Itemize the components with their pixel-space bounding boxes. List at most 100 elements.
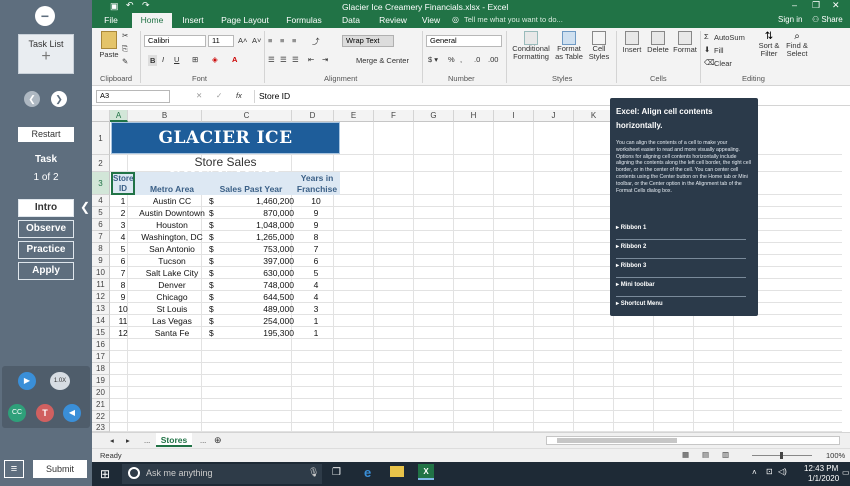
increase-indent-icon[interactable]: ⇥	[322, 55, 328, 64]
format-as-table-button[interactable]: Format as Table	[554, 31, 584, 69]
clear-label[interactable]: Clear	[714, 59, 732, 68]
tooltip-item-mini-toolbar[interactable]: ▸ Mini toolbar	[616, 281, 750, 288]
task-view-icon[interactable]: ❐	[332, 467, 341, 478]
row-header[interactable]: 6	[92, 219, 110, 231]
align-left-icon[interactable]: ☰	[268, 55, 275, 64]
autosum-icon[interactable]: Σ	[704, 32, 709, 41]
save-icon[interactable]: ▣	[110, 1, 119, 12]
cell-metro-area[interactable]: Las Vegas	[136, 316, 208, 326]
cell-store-id[interactable]: 11	[111, 316, 135, 326]
cut-icon[interactable]: ✂	[122, 31, 128, 40]
cell-sales[interactable]: 630,000	[220, 268, 294, 278]
column-header[interactable]: H	[454, 110, 494, 122]
cell-metro-area[interactable]: Chicago	[136, 292, 208, 302]
row-header[interactable]: 12	[92, 291, 110, 303]
grow-font-icon[interactable]: A˄	[238, 36, 247, 45]
header-metro[interactable]: Metro Area	[138, 184, 206, 194]
delete-cells-button[interactable]: Delete	[646, 31, 670, 69]
cell-years[interactable]: 1	[296, 328, 336, 338]
column-header[interactable]: C	[202, 110, 292, 122]
cell-metro-area[interactable]: Washington, DC	[136, 232, 208, 242]
row-header[interactable]: 15	[92, 327, 110, 339]
fill-label[interactable]: Fill	[714, 46, 724, 55]
row-header[interactable]: 23	[92, 423, 110, 432]
top-align-icon[interactable]: ≡	[268, 36, 272, 45]
cell-years[interactable]: 5	[296, 268, 336, 278]
cell-store-id[interactable]: 9	[111, 292, 135, 302]
speed-button[interactable]: 1.0X	[50, 372, 70, 390]
title-banner[interactable]: GLACIER ICE CREAMERY	[111, 122, 340, 178]
confirm-entry-icon[interactable]: ✓	[216, 91, 222, 100]
font-name-select[interactable]: Calibri	[144, 35, 206, 47]
tooltip-item-shortcut-menu[interactable]: ▸ Shortcut Menu	[616, 300, 750, 307]
cell-currency-symbol[interactable]: $	[209, 292, 219, 302]
row-header[interactable]: 5	[92, 207, 110, 219]
edge-browser-icon[interactable]: e	[364, 465, 371, 480]
row-header[interactable]: 19	[92, 375, 110, 387]
step-apply[interactable]: Apply	[18, 262, 74, 280]
cell-sales[interactable]: 870,000	[220, 208, 294, 218]
column-header[interactable]: I	[494, 110, 534, 122]
tab-view[interactable]: View	[418, 13, 444, 28]
volume-button[interactable]: ◀	[63, 404, 81, 422]
prev-sheet-icon[interactable]: ◂	[110, 436, 114, 445]
column-header[interactable]: J	[534, 110, 574, 122]
column-header[interactable]: K	[574, 110, 614, 122]
copy-icon[interactable]: ⎘	[122, 44, 128, 54]
percent-icon[interactable]: %	[448, 55, 455, 64]
cell-metro-area[interactable]: Salt Lake City	[136, 268, 208, 278]
task-list-button[interactable]: Task List +	[18, 34, 74, 74]
zoom-level[interactable]: 100%	[826, 451, 845, 460]
cell-store-id[interactable]: 4	[111, 232, 135, 242]
row-header[interactable]: 4	[92, 195, 110, 207]
tab-insert[interactable]: Insert	[176, 13, 210, 28]
column-header[interactable]: B	[128, 110, 202, 122]
header-years[interactable]: Years in Franchise	[296, 173, 338, 195]
text-button[interactable]: T	[36, 404, 54, 422]
borders-icon[interactable]: ⊞	[192, 55, 198, 64]
column-header[interactable]: G	[414, 110, 454, 122]
cell-store-id[interactable]: 10	[111, 304, 135, 314]
sign-in-link[interactable]: Sign in	[778, 15, 802, 24]
cell-store-id[interactable]: 1	[111, 196, 135, 206]
taskbar-search-box[interactable]: Ask me anything 🎙	[122, 464, 322, 484]
cell-metro-area[interactable]: Austin CC	[136, 196, 208, 206]
italic-button[interactable]: I	[162, 55, 164, 64]
menu-button[interactable]: −	[35, 6, 55, 26]
tab-review[interactable]: Review	[376, 13, 410, 28]
cell-sales[interactable]: 195,300	[220, 328, 294, 338]
cell-currency-symbol[interactable]: $	[209, 244, 219, 254]
number-format-select[interactable]: General	[426, 35, 502, 47]
insert-function-icon[interactable]: fx	[236, 91, 242, 100]
tab-home[interactable]: Home	[132, 13, 172, 28]
undo-icon[interactable]: ↶	[126, 0, 134, 11]
paste-button[interactable]: Paste	[98, 30, 120, 68]
network-icon[interactable]: ⊡	[766, 467, 773, 476]
windows-start-icon[interactable]: ⊞	[100, 467, 110, 481]
sheet-tab-stores[interactable]: Stores	[156, 433, 192, 447]
horizontal-scrollbar[interactable]	[546, 436, 840, 445]
cell-metro-area[interactable]: Houston	[136, 220, 208, 230]
tooltip-item-ribbon-2[interactable]: ▸ Ribbon 2	[616, 243, 750, 250]
scroll-thumb[interactable]	[557, 438, 677, 443]
row-header[interactable]: 21	[92, 399, 110, 411]
cell-currency-symbol[interactable]: $	[209, 220, 219, 230]
sheet-ellipsis-right[interactable]: ...	[200, 436, 206, 445]
page-layout-view-icon[interactable]: ▤	[702, 450, 709, 459]
tray-up-icon[interactable]: ˄	[752, 468, 757, 477]
increase-decimal-icon[interactable]: .0	[474, 55, 480, 64]
cell-store-id[interactable]: 8	[111, 280, 135, 290]
row-header[interactable]: 8	[92, 243, 110, 255]
clock-date[interactable]: 1/1/2020	[808, 474, 839, 483]
new-sheet-icon[interactable]: ⊕	[214, 435, 222, 446]
close-icon[interactable]: ✕	[832, 0, 840, 11]
cell-years[interactable]: 9	[296, 220, 336, 230]
row-header[interactable]: 9	[92, 255, 110, 267]
cell-years[interactable]: 3	[296, 304, 336, 314]
row-header[interactable]: 2	[92, 155, 110, 172]
insert-cells-button[interactable]: Insert	[620, 31, 644, 69]
row-header[interactable]: 14	[92, 315, 110, 327]
currency-icon[interactable]: $ ▾	[428, 55, 438, 64]
underline-button[interactable]: U	[174, 55, 179, 64]
autosum-label[interactable]: AutoSum	[714, 33, 745, 42]
